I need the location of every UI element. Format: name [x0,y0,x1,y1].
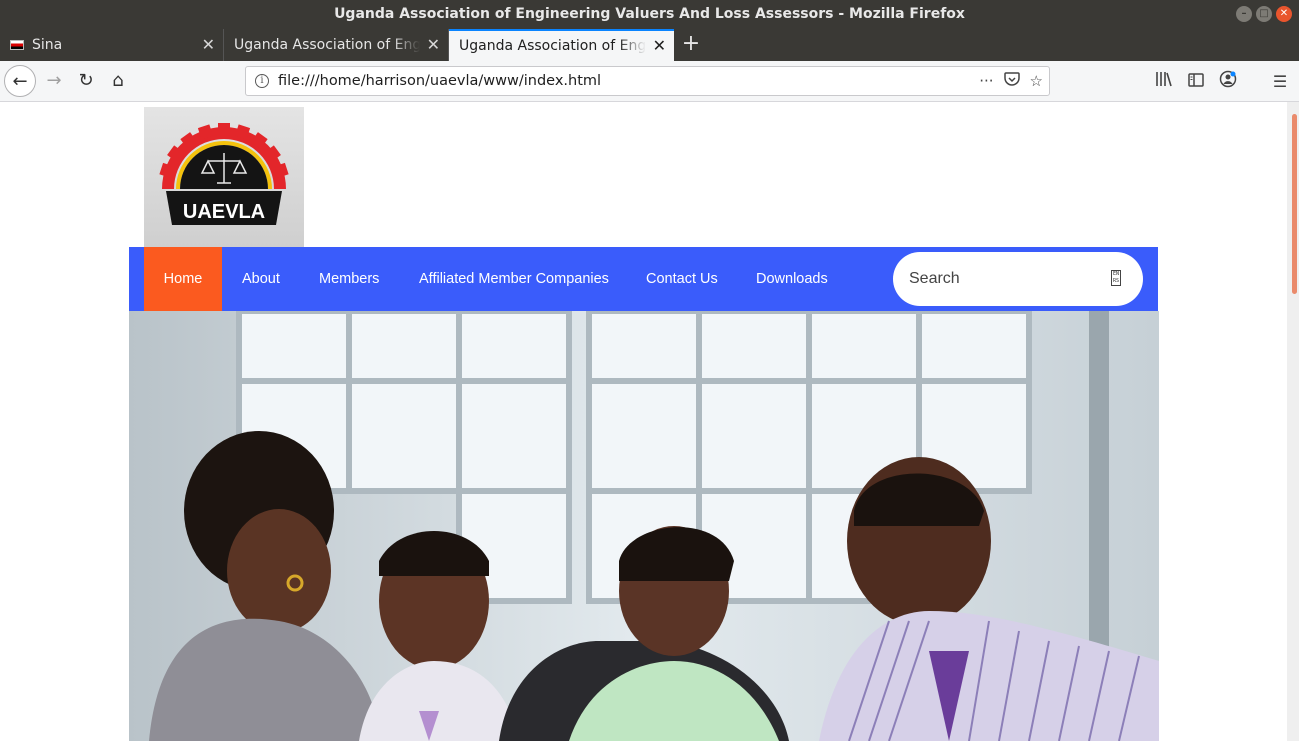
tab-strip: Sina ✕ Uganda Association of Engineering… [0,29,1299,61]
window-title: Uganda Association of Engineering Valuer… [334,6,965,22]
tab-close-icon[interactable]: ✕ [427,29,440,61]
toolbar-right: ☰ [1153,65,1291,97]
url-text[interactable]: file:///home/harrison/uaevla/www/index.h… [278,67,601,95]
tab-uaevla-1[interactable]: Uganda Association of Engineering Valuer… [224,29,449,61]
nav-about[interactable]: About [242,247,280,311]
window-titlebar: Uganda Association of Engineering Valuer… [0,0,1299,29]
new-tab-plus-icon[interactable]: + [680,29,702,61]
search-button-icon[interactable]: EN RS [1111,270,1121,286]
site-info-icon[interactable]: i [255,74,269,88]
nav-affiliated-member-companies[interactable]: Affiliated Member Companies [419,247,609,311]
url-actions: ··· ☆ [979,67,1043,95]
page-viewport: UAEVLA Home About Members Affiliated Mem… [0,102,1299,741]
hero-image [129,311,1159,741]
nav-home[interactable]: Home [144,247,222,311]
tab-sina[interactable]: Sina ✕ [0,29,224,61]
minimize-icon[interactable]: – [1236,6,1252,22]
logo-text: UAEVLA [183,201,265,223]
main-navbar: Home About Members Affiliated Member Com… [129,247,1158,311]
url-bar[interactable]: i file:///home/harrison/uaevla/www/index… [245,66,1050,96]
site-logo[interactable]: UAEVLA [144,107,304,247]
nav-contact-us[interactable]: Contact Us [646,247,718,311]
ug-flag-icon [10,40,24,50]
back-arrow-icon[interactable]: ← [4,65,36,97]
nav-downloads[interactable]: Downloads [756,247,828,311]
tab-uaevla-active[interactable]: Uganda Association of Engineering Valuer… [449,29,674,61]
search-input[interactable] [909,252,1099,306]
window-controls: – □ ✕ [1236,6,1292,22]
bookmark-star-icon[interactable]: ☆ [1030,72,1043,90]
hamburger-menu-icon[interactable]: ☰ [1269,72,1291,91]
library-icon[interactable] [1153,71,1175,91]
scrollbar-thumb[interactable] [1292,114,1297,294]
home-icon[interactable]: ⌂ [102,65,134,97]
nav-toolbar: ← → ↻ ⌂ i file:///home/harrison/uaevla/w… [0,61,1299,102]
uaevla-logo-icon: UAEVLA [159,123,289,225]
account-icon[interactable] [1217,70,1239,92]
maximize-icon[interactable]: □ [1256,6,1272,22]
sidebar-icon[interactable] [1185,72,1207,91]
tab-label: Sina [32,37,63,53]
nav-members[interactable]: Members [319,247,379,311]
site-search: EN RS [893,252,1143,306]
office-meeting-photo [129,311,1159,741]
close-icon[interactable]: ✕ [1276,6,1292,22]
pocket-icon[interactable] [1003,71,1020,91]
tab-close-icon[interactable]: ✕ [653,31,666,61]
page-scrollbar[interactable] [1287,102,1299,741]
tab-close-icon[interactable]: ✕ [202,29,215,61]
reload-icon[interactable]: ↻ [70,65,102,97]
page-actions-icon[interactable]: ··· [979,72,993,90]
forward-arrow-icon[interactable]: → [38,65,70,97]
